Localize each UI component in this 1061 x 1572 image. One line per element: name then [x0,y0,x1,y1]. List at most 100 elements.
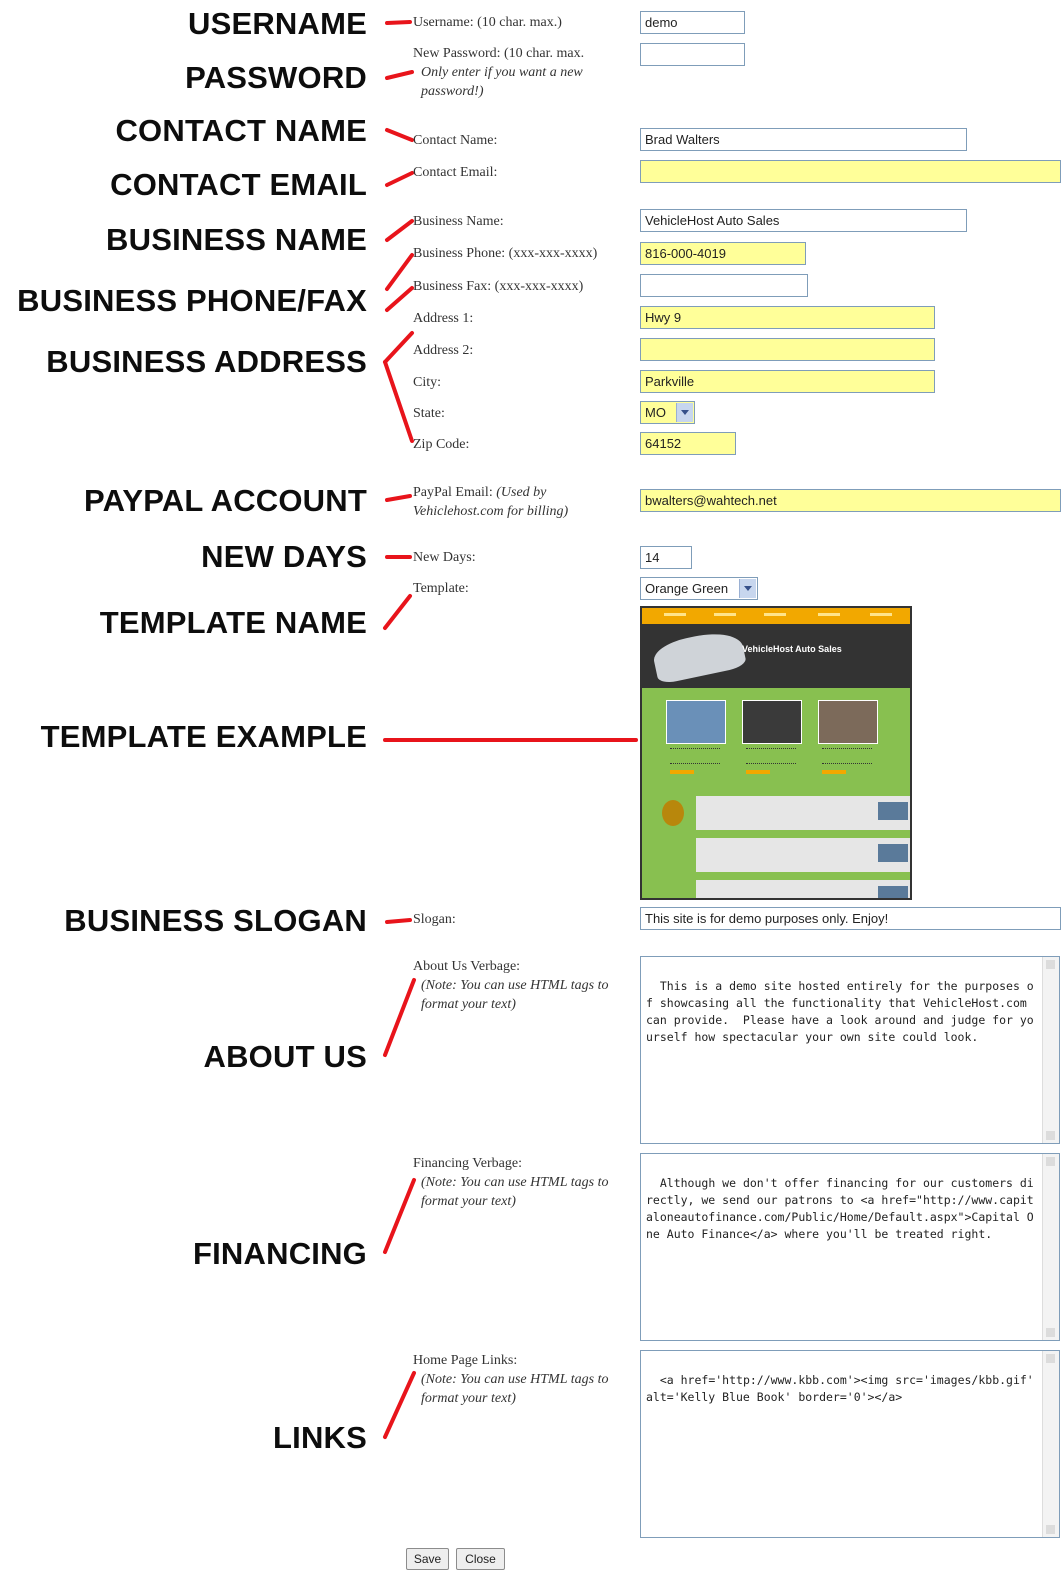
financing-label: Financing Verbage: (Note: You can use HT… [413,1154,616,1211]
line-contact-email [385,171,414,187]
preview-listing [696,838,910,872]
template-select-value: Orange Green [645,581,729,596]
line-about [383,978,416,1057]
financing-note: (Note: You can use HTML tags to format y… [421,1175,609,1209]
preview-listing [696,796,910,830]
car-icon [650,627,748,685]
callout-template-name: TEMPLATE NAME [99,605,367,640]
line-address-2 [383,360,414,443]
line-fax [385,286,414,312]
preview-banner: VehicleHost Auto Sales [642,624,910,688]
about-text: This is a demo site hosted entirely for … [646,979,1034,1044]
password-input[interactable] [640,43,745,66]
line-slogan [385,918,412,924]
callout-template-example: TEMPLATE EXAMPLE [40,719,367,754]
preview-nav-bar [642,608,910,624]
contact-email-label: Contact Email: [413,165,498,180]
links-note: (Note: You can use HTML tags to format y… [421,1372,609,1406]
template-select[interactable]: Orange Green [640,577,758,600]
business-phone-input[interactable]: 816-000-4019 [640,242,806,265]
callout-new-days: NEW DAYS [201,539,367,574]
slogan-label: Slogan: [413,912,456,927]
callout-contact-email: CONTACT EMAIL [110,167,367,202]
zip-label: Zip Code: [413,437,470,452]
line-username [385,20,412,25]
paypal-email-input[interactable]: bwalters@wahtech.net [640,489,1061,512]
financing-text: Although we don't offer financing for ou… [646,1176,1034,1241]
preview-car-thumb [742,700,802,744]
links-textarea[interactable]: <a href='http://www.kbb.com'><img src='i… [640,1350,1060,1538]
new-days-label: New Days: [413,550,476,565]
preview-car-thumb [666,700,726,744]
callout-about-us: ABOUT US [203,1039,367,1074]
username-input[interactable]: demo [640,11,745,34]
paypal-label-text: PayPal Email: [413,485,493,500]
line-template-name [383,594,412,630]
about-label: About Us Verbage: (Note: You can use HTM… [413,957,616,1014]
password-label-text: New Password: (10 char. max. [413,46,585,61]
slogan-input[interactable]: This site is for demo purposes only. Enj… [640,907,1061,930]
close-button[interactable]: Close [456,1548,505,1570]
links-label: Home Page Links: (Note: You can use HTML… [413,1351,616,1408]
callout-contact-name: CONTACT NAME [115,113,367,148]
username-label: Username: (10 char. max.) [413,15,562,30]
zip-input[interactable]: 64152 [640,432,736,455]
financing-label-text: Financing Verbage: [413,1156,522,1171]
template-preview-image: VehicleHost Auto Sales [640,606,912,900]
preview-listing [696,880,910,898]
callout-business-address: BUSINESS ADDRESS [46,344,367,379]
preview-badge [662,800,684,826]
links-label-text: Home Page Links: [413,1353,518,1368]
business-name-input[interactable]: VehicleHost Auto Sales [640,209,967,232]
address2-label: Address 2: [413,343,474,358]
city-label: City: [413,375,442,390]
about-label-text: About Us Verbage: [413,959,521,974]
password-label: New Password: (10 char. max. Only enter … [413,44,626,101]
line-contact-name [385,128,414,142]
line-paypal [385,494,412,502]
scrollbar[interactable] [1042,1154,1059,1340]
save-button[interactable]: Save [406,1548,449,1570]
preview-title: VehicleHost Auto Sales [742,644,842,654]
new-days-input[interactable]: 14 [640,546,692,569]
scrollbar[interactable] [1042,1351,1059,1537]
callout-username: USERNAME [187,6,367,41]
line-business-name [385,219,414,242]
paypal-label: PayPal Email: (Used by Vehiclehost.com f… [413,483,628,521]
contact-email-input[interactable] [640,160,1061,183]
business-fax-label: Business Fax: (xxx-xxx-xxxx) [413,279,584,294]
about-textarea[interactable]: This is a demo site hosted entirely for … [640,956,1060,1144]
state-select-value: MO [645,405,666,420]
about-note: (Note: You can use HTML tags to format y… [421,978,609,1012]
links-text: <a href='http://www.kbb.com'><img src='i… [646,1373,1041,1404]
preview-car-thumb [818,700,878,744]
callout-password: PASSWORD [185,60,367,95]
contact-name-input[interactable]: Brad Walters [640,128,967,151]
chevron-down-icon[interactable] [676,403,693,422]
state-label: State: [413,406,445,421]
callout-business-name: BUSINESS NAME [106,222,367,257]
callout-links: LINKS [273,1420,367,1455]
line-address-1 [383,331,414,364]
business-name-label: Business Name: [413,214,504,229]
address1-label: Address 1: [413,311,474,326]
financing-textarea[interactable]: Although we don't offer financing for ou… [640,1153,1060,1341]
callout-business-phone-fax: BUSINESS PHONE/FAX [17,283,367,318]
state-select[interactable]: MO [640,401,695,424]
city-input[interactable]: Parkville [640,370,935,393]
chevron-down-icon[interactable] [739,579,756,598]
contact-name-label: Contact Name: [413,133,498,148]
callout-business-slogan: BUSINESS SLOGAN [64,903,367,938]
business-fax-input[interactable] [640,274,808,297]
scrollbar[interactable] [1042,957,1059,1143]
template-label: Template: [413,581,469,596]
line-financing [383,1178,416,1254]
callout-financing: FINANCING [192,1236,367,1271]
address2-input[interactable] [640,338,935,361]
address1-input[interactable]: Hwy 9 [640,306,935,329]
line-password [385,70,414,80]
callout-paypal-account: PAYPAL ACCOUNT [84,483,367,518]
password-note: Only enter if you want a new password!) [421,65,583,99]
line-phone [385,253,414,291]
line-links [383,1371,416,1439]
